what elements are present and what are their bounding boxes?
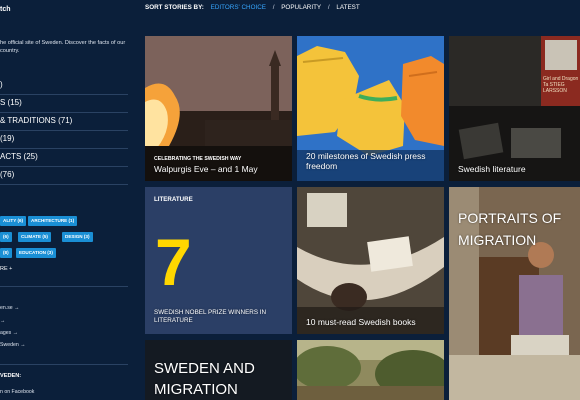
facebook-link[interactable]: n on Facebook [0, 389, 34, 395]
tile-kicker: CELEBRATING THE SWEDISH WAY [154, 156, 242, 162]
divider [0, 130, 128, 131]
hammock-reading-photo [297, 187, 444, 334]
tag-button[interactable]: ARCHITECTURE (1) [28, 216, 78, 226]
divider [0, 112, 128, 113]
sidebar-title: tch [0, 6, 11, 13]
category-link[interactable]: (76) [0, 170, 14, 179]
tag-button[interactable]: (6) [0, 232, 12, 242]
category-link[interactable]: (19) [0, 134, 14, 143]
tile-kicker: LITERATURE [154, 196, 193, 203]
divider [0, 364, 128, 365]
story-tile-press-freedom[interactable]: 20 milestones of Swedish press freedom [297, 36, 444, 181]
tile-caption: SWEDEN AND MIGRATION [154, 360, 255, 398]
sort-option-popularity[interactable]: POPULARITY [281, 4, 321, 11]
external-link[interactable]: en.se → [0, 305, 19, 311]
sort-label: SORT STORIES BY: [145, 4, 204, 11]
sort-bar: SORT STORIES BY: EDITORS' CHOICE / POPUL… [145, 4, 365, 11]
story-tile-portraits-migration[interactable]: PORTRAITS OF MIGRATION [449, 187, 580, 400]
sidebar-intro: he official site of Sweden. Discover the… [0, 40, 126, 54]
sort-option-latest[interactable]: LATEST [336, 4, 359, 11]
external-link[interactable]: ages → [0, 330, 18, 336]
sidebar: tch he official site of Sweden. Discover… [0, 0, 131, 400]
tag-button[interactable]: CLIMATE (5) [18, 232, 51, 242]
sort-option-editors-choice[interactable]: EDITORS' CHOICE [211, 4, 266, 11]
divider [0, 148, 128, 149]
tag-button[interactable]: EDUCATION (3) [16, 248, 56, 258]
tile-caption: PORTRAITS OF MIGRATION [458, 210, 562, 248]
category-link[interactable]: ACTS (25) [0, 152, 38, 161]
external-link[interactable]: Sweden → [0, 342, 25, 348]
follow-heading: VEDEN: [0, 373, 22, 379]
sort-separator: / [327, 4, 330, 11]
tag-button[interactable]: (8) [0, 248, 12, 258]
sort-separator: / [272, 4, 275, 11]
divider [0, 166, 128, 167]
more-tags-button[interactable]: RE + [0, 266, 12, 272]
big-number: 7 [155, 225, 192, 299]
tile-caption: 10 must-read Swedish books [306, 317, 416, 327]
category-link[interactable]: & TRADITIONS (71) [0, 116, 72, 125]
story-tile-nobel-literature[interactable]: LITERATURE 7 SWEDISH NOBEL PRIZE WINNERS… [145, 187, 292, 334]
book-cover-text: Girl and Dragon Ta STIEG LARSSON [543, 76, 579, 94]
tile-caption: Swedish literature [458, 164, 526, 174]
tile-caption: Walpurgis Eve – and 1 May [154, 164, 258, 174]
story-tile-swedish-literature[interactable]: Girl and Dragon Ta STIEG LARSSON Swedish… [449, 36, 580, 181]
category-link[interactable]: ) [0, 80, 3, 89]
outdoor-photo [297, 340, 444, 400]
story-tile-walpurgis[interactable]: CELEBRATING THE SWEDISH WAY Walpurgis Ev… [145, 36, 292, 181]
category-link[interactable]: S (15) [0, 98, 22, 107]
books-photo [449, 36, 580, 181]
divider [0, 286, 128, 287]
external-link[interactable]: → [0, 318, 5, 324]
tile-caption: 20 milestones of Swedish press freedom [306, 151, 426, 171]
story-tile-sweden-migration[interactable]: SWEDEN AND MIGRATION [145, 340, 292, 400]
tile-caption: SWEDISH NOBEL PRIZE WINNERS IN LITERATUR… [154, 309, 267, 324]
tag-button[interactable]: ALITY (6) [0, 216, 27, 226]
divider [0, 184, 128, 185]
story-tile-must-read-books[interactable]: 10 must-read Swedish books [297, 187, 444, 334]
divider [0, 94, 128, 95]
tag-button[interactable]: DESIGN (3) [62, 232, 93, 242]
story-tile-outdoor[interactable] [297, 340, 444, 400]
